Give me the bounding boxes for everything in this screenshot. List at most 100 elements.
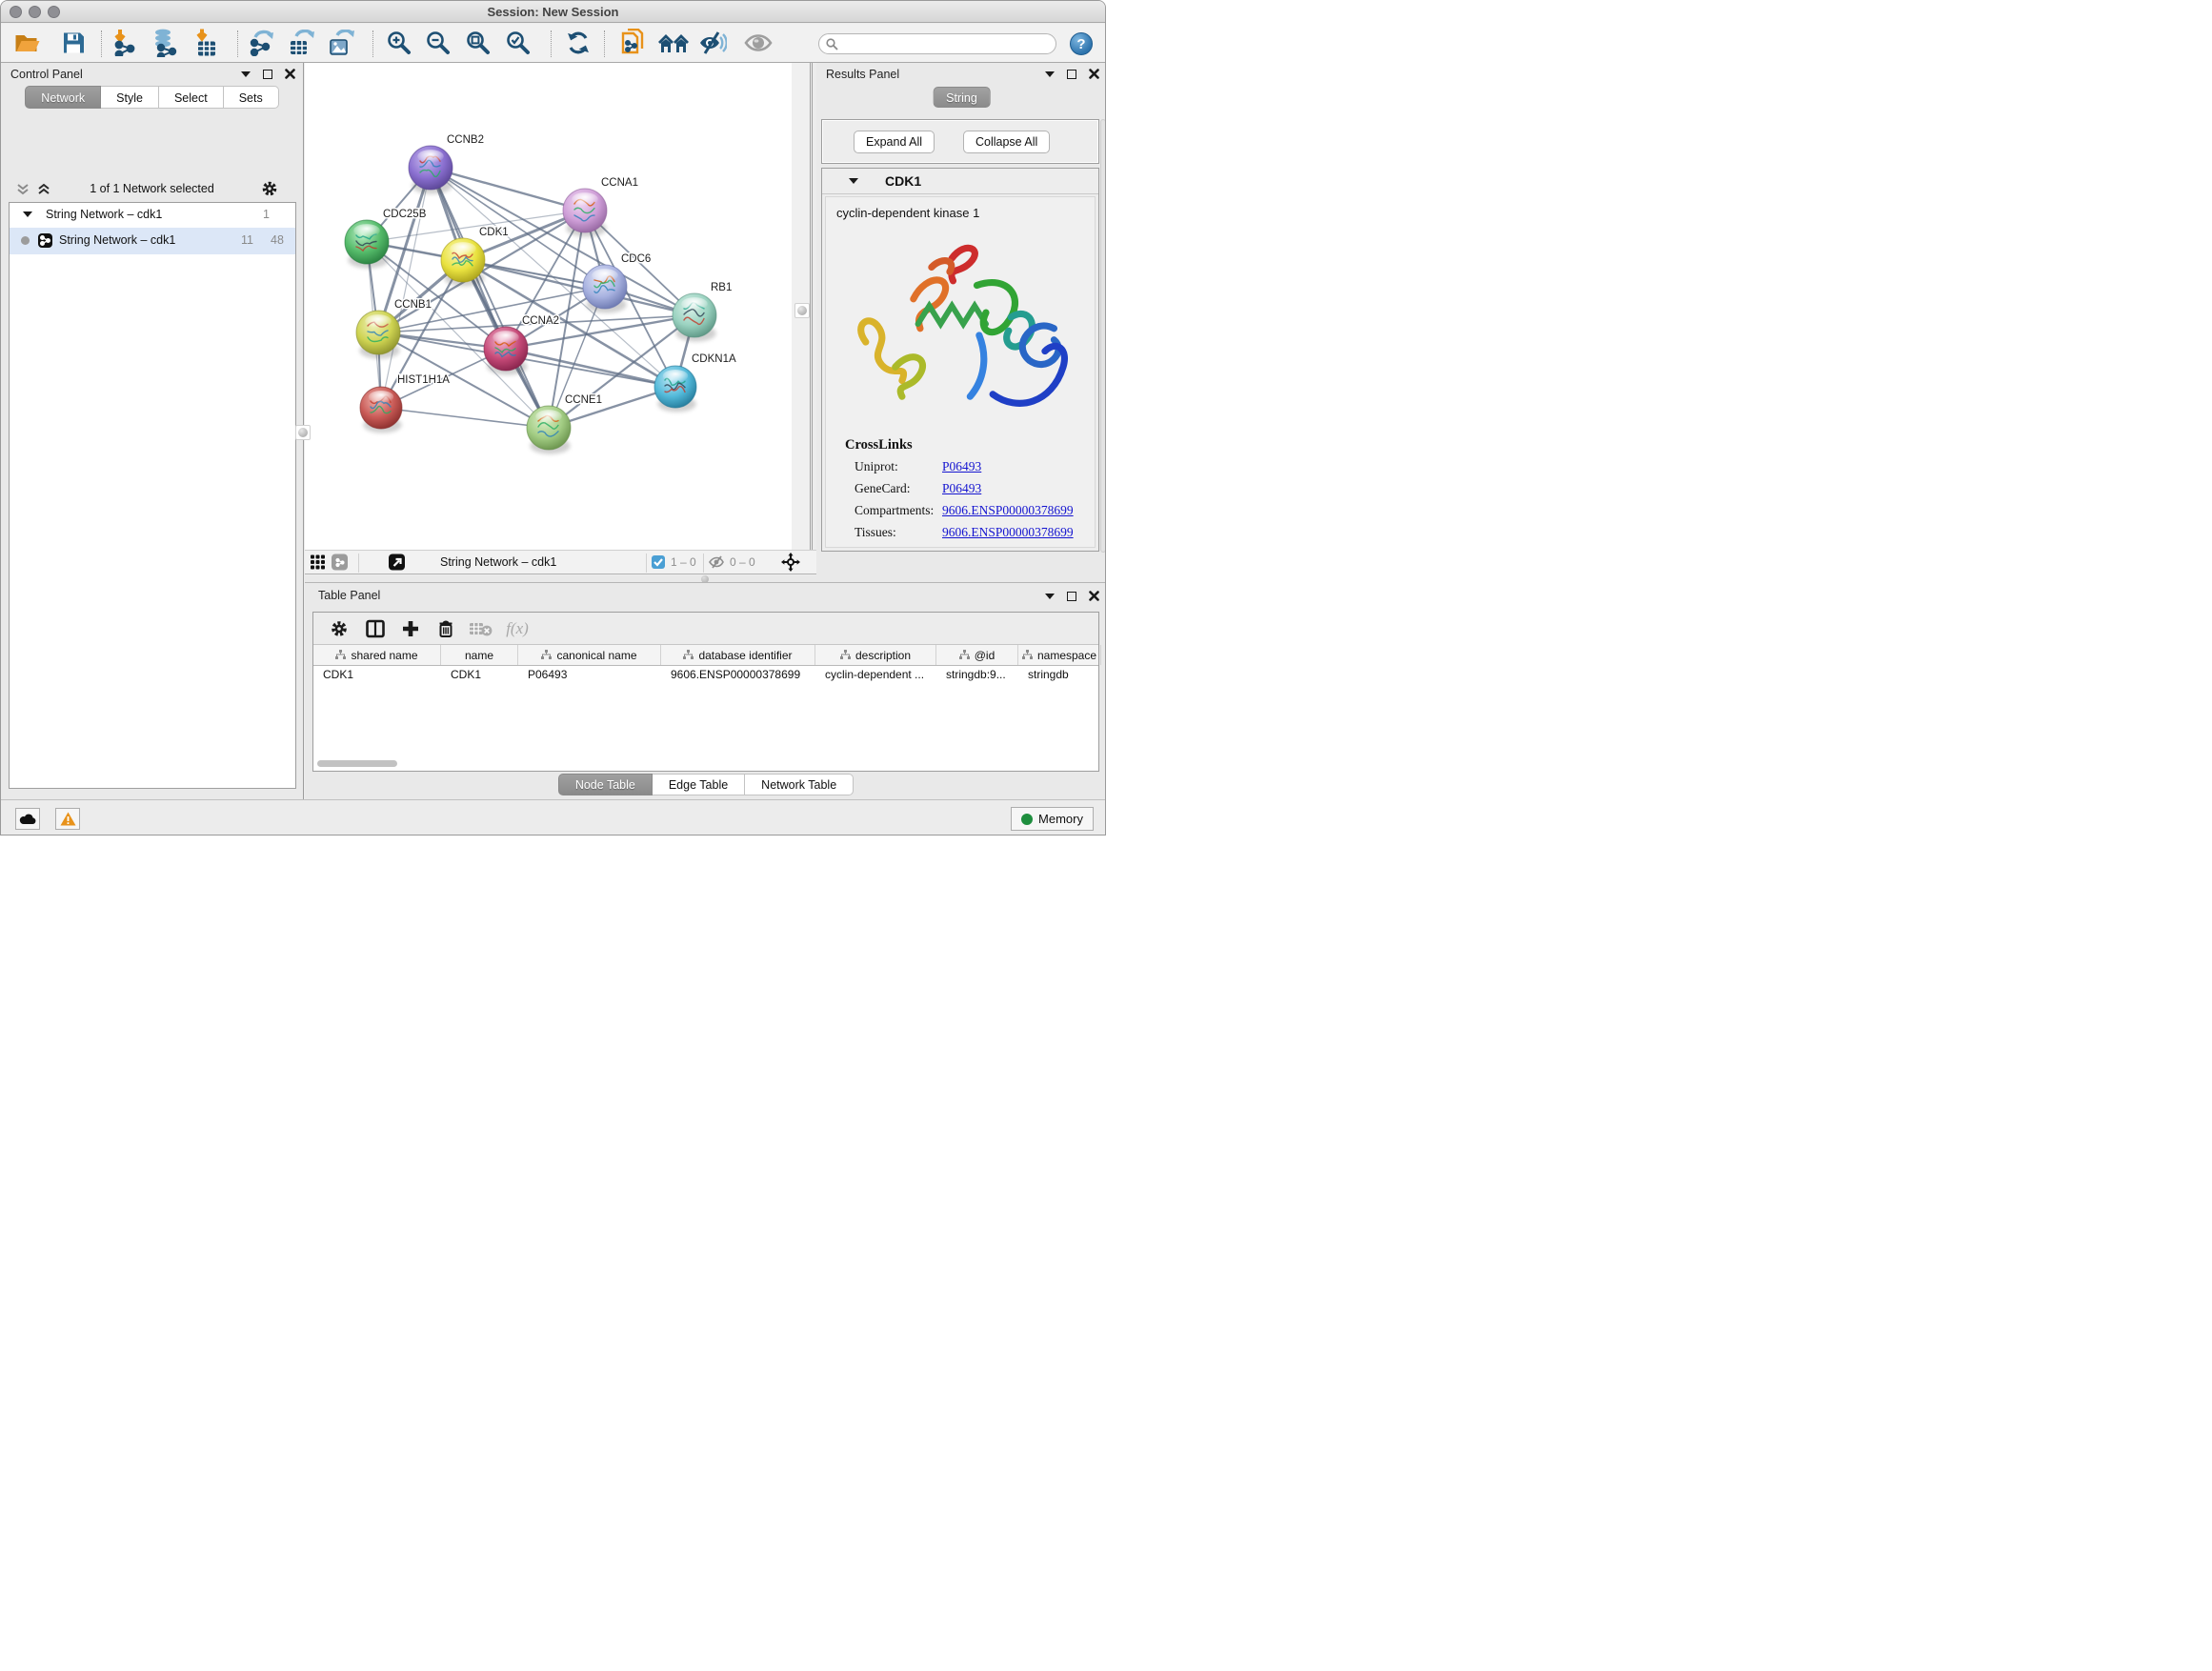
export-image-icon[interactable]: [329, 30, 355, 56]
results-scrollbar[interactable]: [1100, 119, 1106, 553]
column-header-name[interactable]: name: [441, 645, 518, 665]
panel-menu-icon[interactable]: [1045, 594, 1055, 599]
network-node-cdc25b[interactable]: [345, 220, 389, 269]
help-button[interactable]: ?: [1070, 32, 1093, 55]
tab-network[interactable]: Network: [25, 86, 101, 109]
select-columns-icon[interactable]: [366, 619, 385, 637]
network-edge[interactable]: [506, 349, 675, 387]
delete-column-icon[interactable]: [438, 619, 454, 637]
network-row-selected[interactable]: String Network – cdk1 11 48: [10, 228, 295, 254]
table-horizontal-scrollbar[interactable]: [317, 760, 397, 767]
crosslink-link[interactable]: P06493: [942, 547, 981, 548]
network-node-ccna2[interactable]: [484, 327, 528, 375]
network-collection-row[interactable]: String Network – cdk1 1: [10, 203, 295, 228]
horizontal-splitter[interactable]: [305, 575, 816, 582]
network-from-selection-icon[interactable]: [621, 29, 646, 57]
float-panel-icon[interactable]: [1067, 592, 1076, 601]
network-node-hist1h1a[interactable]: [360, 387, 402, 433]
tab-select[interactable]: Select: [159, 86, 224, 109]
table-cell[interactable]: stringdb:9...: [936, 666, 1018, 684]
node-gloss-highlight: [493, 331, 519, 344]
tab-network-table[interactable]: Network Table: [745, 774, 854, 795]
tab-node-table[interactable]: Node Table: [558, 774, 653, 795]
protein-description: cyclin-dependent kinase 1: [836, 206, 979, 220]
open-session-icon[interactable]: [15, 32, 41, 53]
pan-crosshair-icon[interactable]: [781, 553, 800, 572]
save-session-icon[interactable]: [63, 32, 84, 54]
zoom-in-icon[interactable]: [387, 30, 412, 55]
column-header-@id[interactable]: @id: [936, 645, 1018, 665]
crosslink-link[interactable]: P06493: [942, 459, 981, 474]
table-row[interactable]: CDK1CDK1P064939606.ENSP00000378699cyclin…: [313, 666, 1098, 684]
collapse-card-icon[interactable]: [849, 178, 858, 184]
network-edge[interactable]: [381, 408, 549, 428]
export-table-icon[interactable]: [289, 30, 315, 56]
right-splitter-handle[interactable]: [794, 303, 810, 318]
toolbar-search-field[interactable]: [818, 33, 1056, 54]
import-network-from-database-icon[interactable]: [151, 29, 178, 57]
float-panel-icon[interactable]: [1067, 70, 1076, 79]
left-splitter-handle[interactable]: [295, 425, 311, 440]
network-node-ccna1[interactable]: [563, 189, 607, 237]
warning-button[interactable]: [55, 808, 80, 830]
column-header-description[interactable]: description: [815, 645, 936, 665]
tab-style[interactable]: Style: [101, 86, 159, 109]
cloud-button[interactable]: [15, 808, 40, 830]
panel-menu-icon[interactable]: [241, 71, 251, 77]
table-cell[interactable]: CDK1: [313, 666, 441, 684]
network-canvas[interactable]: CCNB2CCNA1CDC25BCDK1CDC6RB1CCNB1CCNA2CDK…: [305, 63, 792, 550]
table-cell[interactable]: 9606.ENSP00000378699: [661, 666, 815, 684]
zoom-selected-icon[interactable]: [506, 30, 531, 55]
close-panel-icon[interactable]: [285, 69, 295, 79]
network-node-cdkn1a[interactable]: [654, 366, 696, 412]
crosslink-link[interactable]: 9606.ENSP00000378699: [942, 525, 1074, 540]
network-node-cdc6[interactable]: [583, 265, 627, 313]
expand-all-button[interactable]: Expand All: [854, 131, 935, 153]
crosslink-link[interactable]: P06493: [942, 481, 981, 496]
column-header-canonical-name[interactable]: canonical name: [518, 645, 661, 665]
export-network-icon[interactable]: [249, 30, 275, 56]
add-column-icon[interactable]: [402, 620, 419, 637]
protein-card-header[interactable]: CDK1: [822, 169, 1098, 194]
network-node-ccnb1[interactable]: [356, 311, 400, 359]
network-node-rb1[interactable]: [673, 293, 716, 342]
import-network-from-file-icon[interactable]: [111, 30, 138, 56]
zoom-out-icon[interactable]: [426, 30, 451, 55]
tab-sets[interactable]: Sets: [224, 86, 279, 109]
network-edge[interactable]: [381, 168, 431, 408]
grid-view-icon[interactable]: [311, 555, 325, 570]
network-node-ccne1[interactable]: [527, 406, 571, 454]
close-panel-icon[interactable]: [1089, 69, 1099, 79]
table-cell[interactable]: P06493: [518, 666, 661, 684]
table-cell[interactable]: cyclin-dependent ...: [815, 666, 936, 684]
network-node-ccnb2[interactable]: [409, 146, 452, 194]
column-header-database-identifier[interactable]: database identifier: [661, 645, 815, 665]
gear-icon[interactable]: [261, 180, 278, 197]
panel-menu-icon[interactable]: [1045, 71, 1055, 77]
open-in-string-icon[interactable]: [389, 554, 405, 571]
network-node-cdk1[interactable]: [441, 238, 485, 287]
table-gear-icon[interactable]: [331, 619, 349, 637]
column-header-shared-name[interactable]: shared name: [313, 645, 441, 665]
table-cell[interactable]: stringdb: [1018, 666, 1101, 684]
float-panel-icon[interactable]: [263, 70, 272, 79]
table-cell[interactable]: CDK1: [441, 666, 518, 684]
search-input[interactable]: [843, 36, 1056, 51]
refresh-layout-icon[interactable]: [566, 30, 591, 55]
houses-icon[interactable]: [658, 31, 689, 54]
column-header-namespace[interactable]: namespace: [1018, 645, 1101, 665]
hidden-eye-slash-icon[interactable]: [709, 555, 725, 569]
zoom-fit-icon[interactable]: [466, 30, 491, 55]
hide-selected-eye-icon[interactable]: [698, 30, 727, 55]
close-panel-icon[interactable]: [1089, 591, 1099, 601]
selected-checkbox-icon[interactable]: [652, 555, 665, 569]
collection-expander-icon[interactable]: [23, 211, 32, 217]
network-edge[interactable]: [431, 168, 549, 428]
collapse-all-button[interactable]: Collapse All: [963, 131, 1050, 153]
crosslink-link[interactable]: 9606.ENSP00000378699: [942, 503, 1074, 518]
memory-button[interactable]: Memory: [1011, 807, 1094, 831]
tab-edge-table[interactable]: Edge Table: [653, 774, 745, 795]
string-view-icon[interactable]: [332, 554, 348, 571]
import-table-from-file-icon[interactable]: [194, 30, 219, 57]
tab-string[interactable]: String: [933, 87, 991, 108]
